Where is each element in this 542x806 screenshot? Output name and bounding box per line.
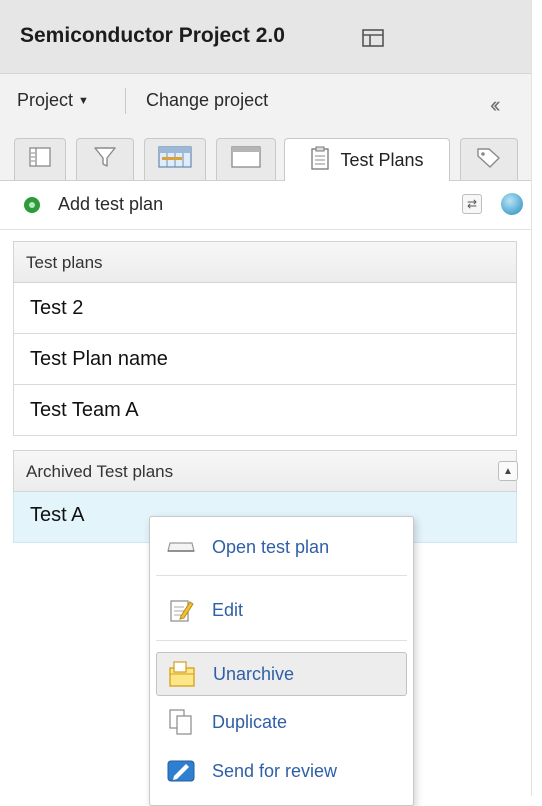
test-plans-header: Test plans bbox=[13, 241, 517, 283]
menu-item-duplicate[interactable]: Duplicate bbox=[156, 700, 407, 744]
window-icon bbox=[231, 146, 261, 173]
timeline-icon bbox=[158, 146, 192, 173]
tab-filter[interactable] bbox=[76, 138, 134, 180]
tab-list[interactable] bbox=[14, 138, 66, 180]
collapse-up-icon[interactable]: ▲ bbox=[498, 461, 518, 481]
globe-icon[interactable] bbox=[501, 193, 523, 215]
list-item[interactable]: Test 2 bbox=[13, 283, 517, 334]
list-item-label: Test A bbox=[30, 504, 85, 526]
menu-item-label: Duplicate bbox=[212, 711, 288, 732]
menu-item-label: Unarchive bbox=[213, 663, 295, 684]
tab-test-plans[interactable]: Test Plans bbox=[284, 138, 450, 181]
menu-item-label: Edit bbox=[212, 599, 244, 620]
context-menu: Open test plan Edit Unarchive Duplicate … bbox=[149, 516, 414, 806]
project-menu-label: Project bbox=[17, 90, 74, 110]
tab-tags[interactable] bbox=[460, 138, 518, 180]
caret-down-icon: ▼ bbox=[78, 95, 89, 107]
project-menu-button[interactable]: Project ▼ bbox=[17, 90, 89, 111]
list-item-label: Test Plan name bbox=[30, 348, 168, 370]
change-project-button[interactable]: Change project bbox=[146, 90, 268, 111]
menu-divider bbox=[125, 88, 126, 114]
project-title: Semiconductor Project 2.0 bbox=[20, 24, 285, 47]
list-icon bbox=[28, 146, 52, 173]
list-item-label: Test Team A bbox=[30, 399, 139, 421]
action-bar: Add test plan ⇄ bbox=[0, 181, 531, 230]
menu-divider bbox=[156, 575, 407, 576]
add-circle-icon[interactable] bbox=[24, 197, 40, 213]
tab-timeline[interactable] bbox=[144, 138, 206, 180]
menu-item-label: Send for review bbox=[212, 760, 338, 781]
list-item-label: Test 2 bbox=[30, 297, 84, 319]
menu-divider bbox=[156, 640, 407, 641]
list-item[interactable]: Test Plan name bbox=[13, 334, 517, 385]
title-bar: Semiconductor Project 2.0 bbox=[0, 0, 531, 74]
filter-icon bbox=[93, 145, 117, 174]
send-review-icon bbox=[166, 756, 196, 786]
menu-bar: Project ▼ Change project ‹‹ bbox=[0, 74, 531, 126]
duplicate-icon bbox=[166, 707, 196, 737]
open-icon bbox=[166, 532, 196, 562]
collapse-panel-icon[interactable]: ‹‹ bbox=[490, 92, 500, 118]
tab-window[interactable] bbox=[216, 138, 276, 180]
menu-item-edit[interactable]: Edit bbox=[156, 588, 407, 632]
tab-test-plans-label: Test Plans bbox=[340, 149, 424, 170]
layout-toggle-icon[interactable] bbox=[362, 29, 384, 52]
list-item[interactable]: Test Team A bbox=[13, 385, 517, 436]
menu-item-open-test-plan[interactable]: Open test plan bbox=[156, 525, 407, 569]
archived-header-label: Archived Test plans bbox=[26, 462, 174, 481]
tab-row: Test Plans bbox=[0, 126, 531, 181]
menu-item-send-for-review[interactable]: Send for review bbox=[156, 749, 407, 793]
add-test-plan-button[interactable]: Add test plan bbox=[58, 194, 163, 215]
clipboard-icon bbox=[310, 146, 330, 175]
archived-test-plans-header[interactable]: Archived Test plans ▲ bbox=[13, 450, 518, 492]
test-plans-header-label: Test plans bbox=[26, 253, 103, 272]
refresh-icon[interactable]: ⇄ bbox=[462, 194, 482, 214]
tag-icon bbox=[476, 146, 502, 173]
menu-item-label: Open test plan bbox=[212, 536, 330, 557]
edit-icon bbox=[166, 595, 196, 625]
unarchive-icon bbox=[167, 659, 197, 689]
menu-item-unarchive[interactable]: Unarchive bbox=[156, 652, 407, 696]
